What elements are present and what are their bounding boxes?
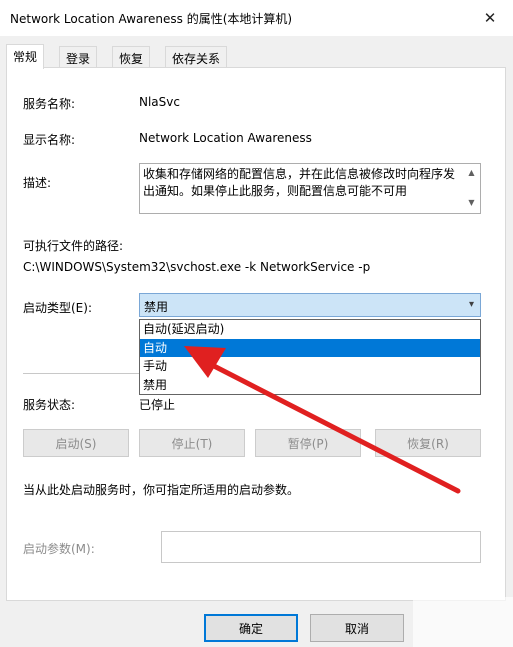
option-auto-delayed[interactable]: 自动(延迟启动) <box>140 320 480 339</box>
start-params-input[interactable] <box>161 531 481 563</box>
tab-general[interactable]: 常规 <box>6 44 45 69</box>
service-name-label: 服务名称: <box>23 97 76 111</box>
start-button[interactable]: 启动(S) <box>23 429 129 457</box>
tab-dependencies[interactable]: 依存关系 <box>165 46 228 68</box>
resume-button[interactable]: 恢复(R) <box>375 429 481 457</box>
service-status-label: 服务状态: <box>23 398 76 412</box>
stop-button[interactable]: 停止(T) <box>139 429 245 457</box>
startup-type-label: 启动类型(E): <box>23 301 92 315</box>
option-disabled[interactable]: 禁用 <box>140 376 480 395</box>
exe-path-label: 可执行文件的路径: <box>23 239 124 253</box>
option-auto[interactable]: 自动 <box>140 338 480 357</box>
description-text: 收集和存储网络的配置信息，并在此信息被修改时向程序发出通知。如果停止此服务，则配… <box>143 167 456 198</box>
chevron-down-icon[interactable]: ▾ <box>469 299 474 310</box>
cancel-button[interactable]: 取消 <box>310 614 404 642</box>
service-status-value: 已停止 <box>139 398 176 412</box>
startup-type-value: 禁用 <box>144 300 169 314</box>
watermark-overlay <box>413 597 513 647</box>
tab-logon[interactable]: 登录 <box>59 46 98 68</box>
general-panel: 服务名称: NlaSvc 显示名称: Network Location Awar… <box>6 67 506 601</box>
pause-button[interactable]: 暂停(P) <box>255 429 361 457</box>
description-label: 描述: <box>23 176 52 190</box>
option-manual[interactable]: 手动 <box>140 357 480 376</box>
scroll-down-icon[interactable]: ▼ <box>463 198 480 207</box>
tab-recovery[interactable]: 恢复 <box>112 46 151 68</box>
title-bar: Network Location Awareness 的属性(本地计算机) ✕ <box>0 0 513 36</box>
display-name-value: Network Location Awareness <box>139 131 312 145</box>
start-params-hint: 当从此处启动服务时，你可指定所适用的启动参数。 <box>23 483 300 497</box>
startup-type-dropdown: 自动(延迟启动) 自动 手动 禁用 <box>139 319 481 395</box>
ok-button[interactable]: 确定 <box>204 614 298 642</box>
close-icon[interactable]: ✕ <box>467 0 513 36</box>
description-scrollbar[interactable]: ▲ ▼ <box>463 164 480 213</box>
window-title: Network Location Awareness 的属性(本地计算机) <box>10 12 293 26</box>
startup-type-select[interactable]: 禁用 ▾ <box>139 293 481 317</box>
start-params-label: 启动参数(M): <box>23 542 95 556</box>
description-box[interactable]: 收集和存储网络的配置信息，并在此信息被修改时向程序发出通知。如果停止此服务，则配… <box>139 163 481 214</box>
display-name-label: 显示名称: <box>23 133 76 147</box>
exe-path-value: C:\WINDOWS\System32\svchost.exe -k Netwo… <box>23 260 371 274</box>
scroll-up-icon[interactable]: ▲ <box>463 168 480 177</box>
service-name-value: NlaSvc <box>139 95 180 109</box>
